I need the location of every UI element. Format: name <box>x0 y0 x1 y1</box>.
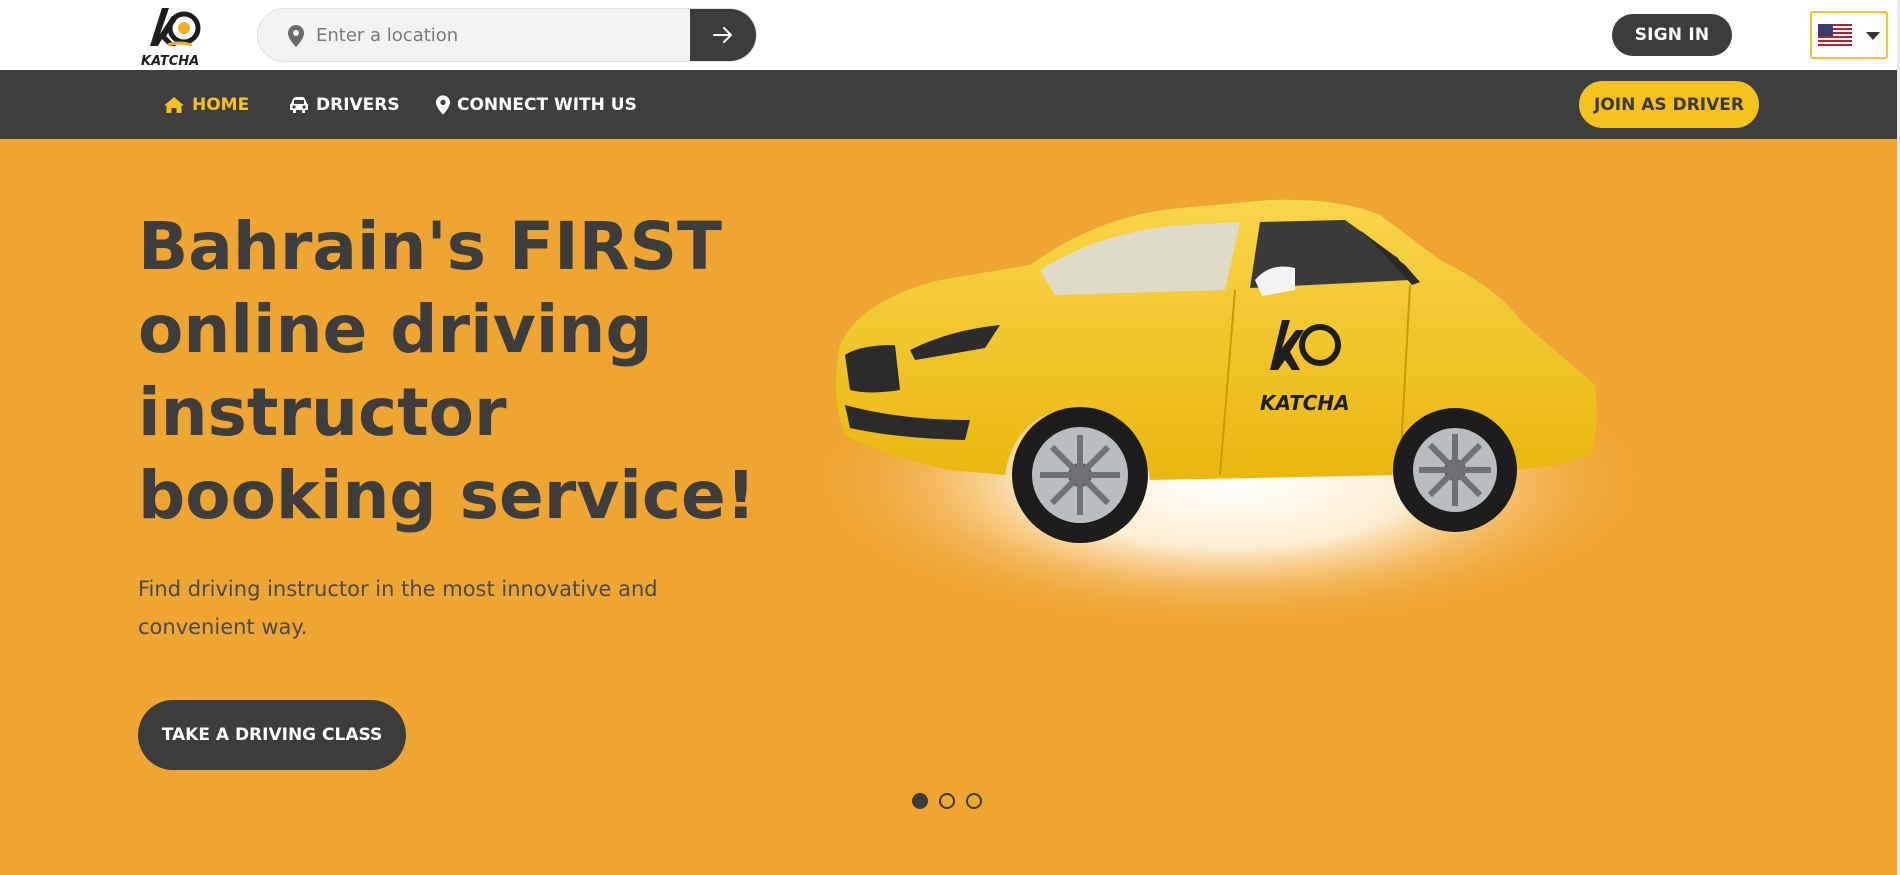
katcha-logo[interactable]: KATCHA <box>138 2 204 68</box>
language-selector[interactable] <box>1810 11 1888 59</box>
arrow-right-icon <box>713 27 732 43</box>
us-flag-icon <box>1818 24 1852 48</box>
top-bar: KATCHA SIGN IN <box>0 0 1900 70</box>
join-as-driver-button[interactable]: JOIN AS DRIVER <box>1579 81 1759 128</box>
carousel-dot-3[interactable] <box>966 793 982 809</box>
nav-item-connect[interactable]: CONNECT WITH US <box>436 70 637 139</box>
sign-in-button[interactable]: SIGN IN <box>1612 14 1732 56</box>
carousel-dot-2[interactable] <box>939 793 955 809</box>
caret-down-icon <box>1866 32 1880 40</box>
carousel-indicators <box>912 793 982 809</box>
location-search <box>257 8 757 62</box>
map-pin-icon <box>436 94 450 115</box>
nav-item-label: HOME <box>192 94 250 115</box>
nav-item-label: CONNECT WITH US <box>457 94 637 115</box>
main-nav: HOME DRIVERS CONNECT WITH US JOIN AS DRI… <box>0 70 1900 139</box>
carousel-dot-1[interactable] <box>912 793 928 809</box>
katcha-car-image: KATCHA <box>810 199 1650 630</box>
take-driving-class-button[interactable]: TAKE A DRIVING CLASS <box>138 700 406 770</box>
map-pin-icon <box>288 25 304 47</box>
svg-text:KATCHA: KATCHA <box>1260 391 1350 415</box>
svg-text:KATCHA: KATCHA <box>141 54 199 68</box>
car-icon <box>290 96 308 113</box>
nav-item-label: DRIVERS <box>316 94 400 115</box>
nav-item-drivers[interactable]: DRIVERS <box>289 70 400 139</box>
search-submit-button[interactable] <box>690 9 756 61</box>
location-input[interactable] <box>316 9 716 61</box>
home-icon <box>164 96 184 113</box>
nav-item-home[interactable]: HOME <box>163 70 249 139</box>
hero-headline: Bahrain's FIRST online driving instructo… <box>138 208 756 534</box>
hero-subtitle: Find driving instructor in the most inno… <box>138 577 658 639</box>
